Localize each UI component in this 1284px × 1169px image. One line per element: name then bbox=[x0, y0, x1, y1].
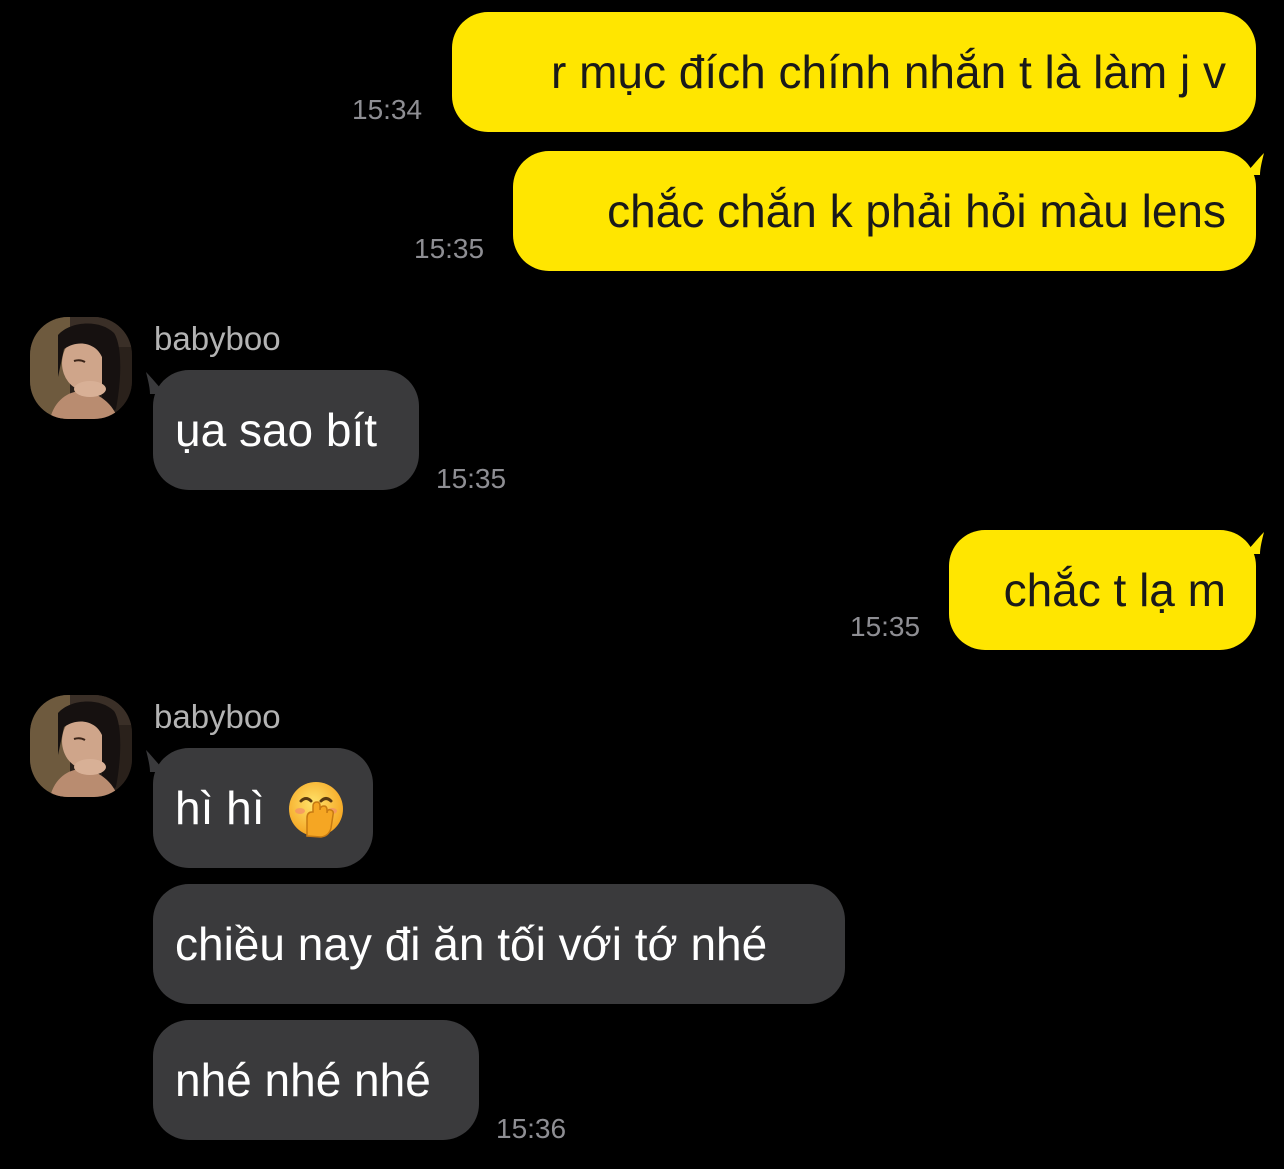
incoming-message-bubble[interactable]: ụa sao bít bbox=[153, 370, 419, 490]
face-with-hand-over-mouth-icon bbox=[289, 781, 344, 838]
incoming-message-bubble[interactable]: hì hì bbox=[153, 748, 373, 868]
incoming-message-bubble[interactable]: nhé nhé nhé bbox=[153, 1020, 479, 1140]
avatar[interactable] bbox=[30, 317, 132, 419]
bubble-tail-icon bbox=[146, 372, 166, 394]
bubble-tail-icon bbox=[1244, 532, 1264, 554]
message-text: ụa sao bít bbox=[175, 404, 378, 456]
message-text: nhé nhé nhé bbox=[175, 1054, 431, 1106]
outgoing-message-bubble[interactable]: r mục đích chính nhắn t là làm j v bbox=[452, 12, 1256, 132]
message-timestamp: 15:34 bbox=[352, 94, 423, 125]
profile-photo-avatar bbox=[30, 317, 132, 419]
message-text: chắc t lạ m bbox=[1003, 564, 1226, 616]
avatar[interactable] bbox=[30, 695, 132, 797]
message-timestamp: 15:35 bbox=[436, 463, 507, 494]
sender-name: babyboo bbox=[154, 698, 281, 735]
outgoing-message-bubble[interactable]: chắc t lạ m bbox=[949, 530, 1256, 650]
bubble-tail-icon bbox=[146, 750, 166, 772]
message-text: chắc chắn k phải hỏi màu lens bbox=[607, 185, 1226, 237]
message-text: r mục đích chính nhắn t là làm j v bbox=[551, 46, 1226, 98]
sender-name: babyboo bbox=[154, 320, 281, 357]
bubble-tail-icon bbox=[1244, 153, 1264, 175]
message-text: hì hì bbox=[175, 782, 265, 834]
message-timestamp: 15:36 bbox=[496, 1113, 567, 1144]
message-timestamp: 15:35 bbox=[850, 611, 921, 642]
message-timestamp: 15:35 bbox=[414, 233, 485, 264]
profile-photo-avatar bbox=[30, 695, 132, 797]
incoming-message-bubble[interactable]: chiều nay đi ăn tối với tớ nhé bbox=[153, 884, 845, 1004]
message-text: chiều nay đi ăn tối với tớ nhé bbox=[175, 918, 768, 970]
outgoing-message-bubble[interactable]: chắc chắn k phải hỏi màu lens bbox=[513, 151, 1256, 271]
